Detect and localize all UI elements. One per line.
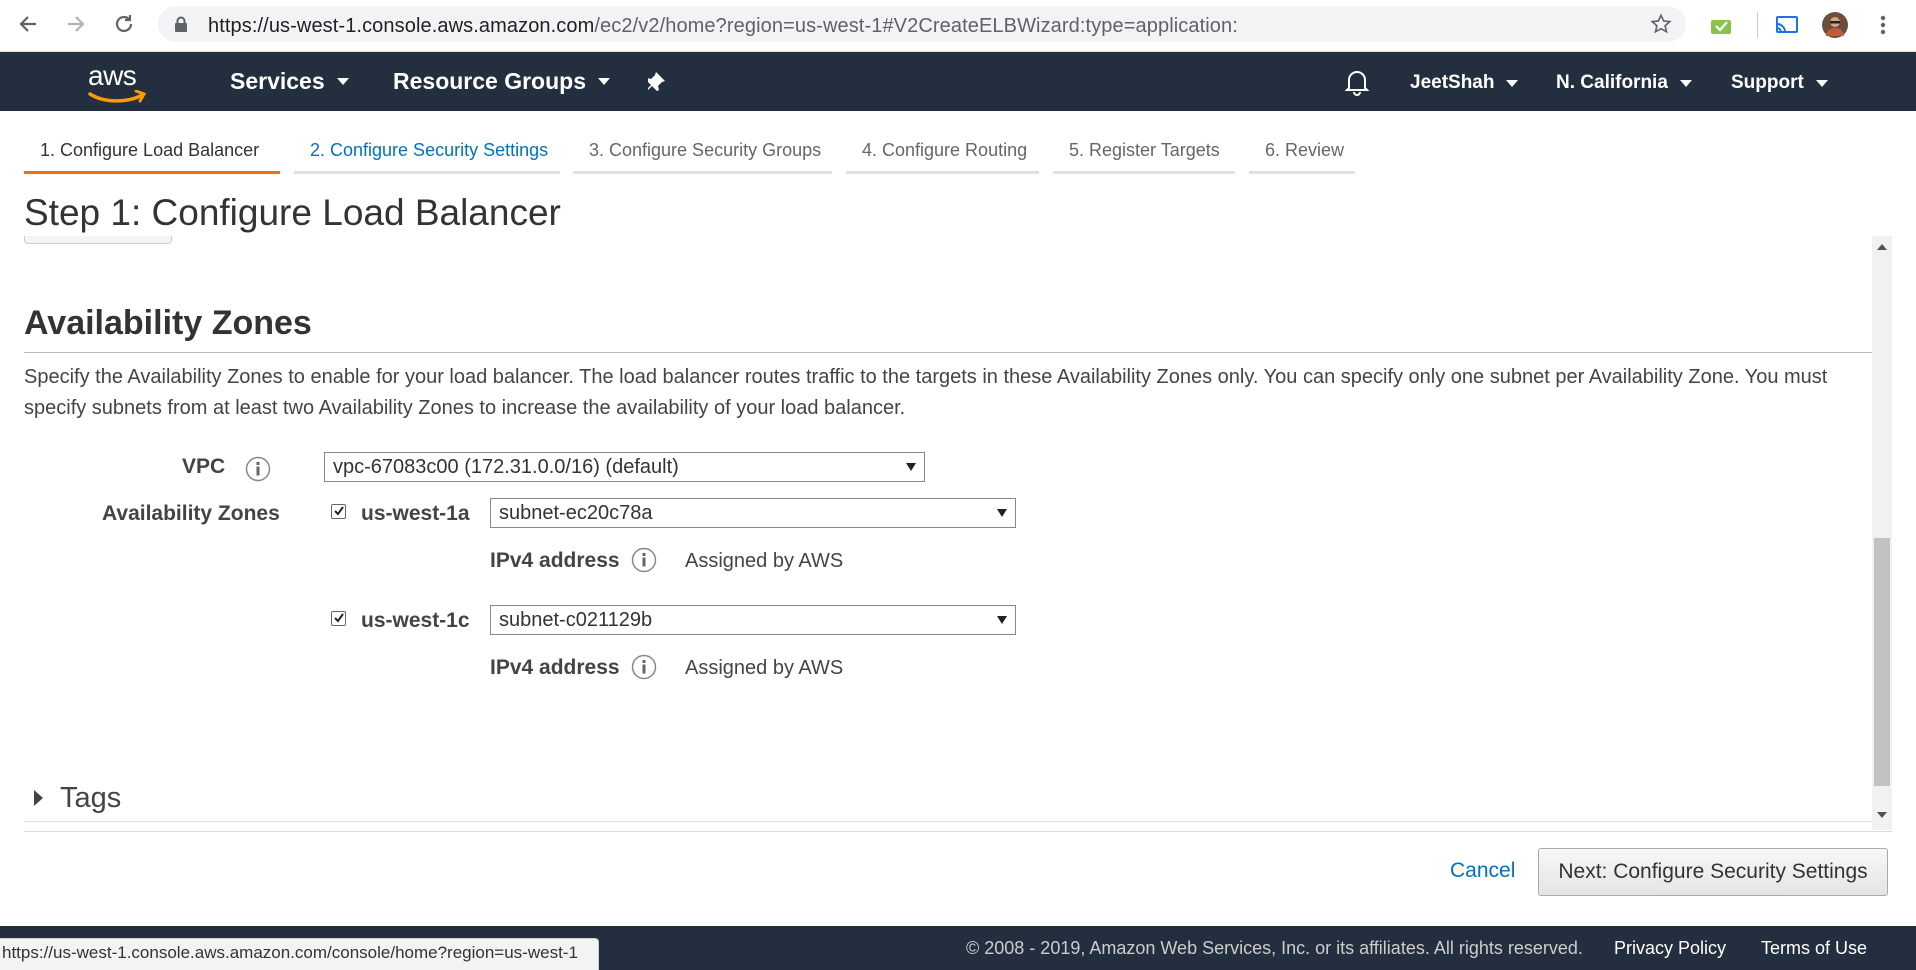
zone-checkbox-us-west-1c[interactable] — [331, 611, 346, 626]
back-icon[interactable] — [14, 10, 42, 38]
ipv4-value: Assigned by AWS — [685, 657, 844, 679]
aws-smile-icon — [88, 90, 147, 103]
reload-icon[interactable] — [110, 10, 138, 38]
subnet-select-value: subnet-c021129b — [499, 609, 653, 631]
tags-section-toggle[interactable]: Tags — [24, 778, 1872, 822]
ipv4-label: IPv4 address — [490, 549, 620, 572]
extension-icon[interactable] — [1708, 12, 1734, 38]
tab-configure-routing: 4. Configure Routing — [846, 132, 1039, 174]
scroll-down-arrow-icon[interactable] — [1877, 812, 1887, 818]
copyright-text: © 2008 - 2019, Amazon Web Services, Inc.… — [966, 938, 1583, 958]
bookmark-star-icon[interactable] — [1650, 13, 1672, 40]
checkmark-icon — [334, 506, 344, 516]
page-title: Step 1: Configure Load Balancer — [24, 192, 561, 233]
actions-divider — [24, 831, 1892, 832]
resource-groups-label: Resource Groups — [393, 68, 586, 94]
zone-checkbox-us-west-1a[interactable] — [331, 504, 346, 519]
wizard-content: Availability Zones Specify the Availabil… — [24, 236, 1872, 830]
chevron-down-icon — [1679, 79, 1692, 87]
region-label: N. California — [1556, 72, 1668, 93]
subnet-select-us-west-1c[interactable]: subnet-c021129b — [490, 605, 1016, 635]
url-host: https://us-west-1.console.aws.amazon.com — [208, 15, 595, 37]
chevron-down-icon — [598, 78, 610, 85]
info-icon[interactable] — [631, 547, 657, 573]
tab-register-targets: 5. Register Targets — [1053, 132, 1235, 174]
user-label: JeetShah — [1410, 72, 1495, 93]
status-bar-url: https://us-west-1.console.aws.amazon.com… — [0, 938, 599, 970]
scrollbar-thumb[interactable] — [1874, 538, 1890, 786]
aws-top-nav: aws Services Resource Groups JeetShah N.… — [0, 52, 1916, 111]
cast-icon[interactable] — [1774, 12, 1800, 38]
checkmark-icon — [334, 613, 344, 623]
bell-icon[interactable] — [1344, 68, 1370, 101]
support-label: Support — [1731, 72, 1804, 93]
support-menu[interactable]: Support — [1731, 72, 1828, 94]
more-menu-icon[interactable] — [1870, 12, 1896, 38]
availability-zones-label: Availability Zones — [102, 502, 280, 525]
subnet-select-us-west-1a[interactable]: subnet-ec20c78a — [490, 498, 1016, 528]
url-text: https://us-west-1.console.aws.amazon.com… — [208, 15, 1238, 38]
avatar[interactable] — [1822, 12, 1848, 38]
dropdown-arrow-icon — [997, 509, 1007, 517]
browser-toolbar: https://us-west-1.console.aws.amazon.com… — [0, 0, 1916, 52]
toolbar-divider — [1757, 12, 1758, 38]
region-menu[interactable]: N. California — [1556, 72, 1692, 94]
cancel-link[interactable]: Cancel — [1450, 859, 1515, 883]
dropdown-arrow-icon — [997, 616, 1007, 624]
content-scrollbar[interactable] — [1872, 236, 1892, 830]
vpc-select[interactable]: vpc-67083c00 (172.31.0.0/16) (default) — [324, 452, 925, 482]
forward-icon[interactable] — [62, 10, 90, 38]
partial-button[interactable] — [24, 236, 172, 244]
dropdown-arrow-icon — [906, 463, 916, 471]
subnet-select-value: subnet-ec20c78a — [499, 502, 653, 524]
user-menu[interactable]: JeetShah — [1410, 72, 1519, 94]
tags-label: Tags — [60, 782, 122, 814]
zone-name: us-west-1c — [361, 609, 470, 632]
info-icon[interactable] — [245, 456, 271, 482]
scroll-up-arrow-icon[interactable] — [1877, 244, 1887, 250]
tab-configure-security-groups: 3. Configure Security Groups — [573, 132, 832, 174]
chevron-down-icon — [1506, 79, 1519, 87]
pin-icon[interactable] — [646, 70, 670, 99]
aws-logo-text: aws — [88, 60, 137, 91]
info-icon[interactable] — [631, 654, 657, 680]
chevron-down-icon — [1815, 79, 1828, 87]
next-configure-security-settings-button[interactable]: Next: Configure Security Settings — [1538, 848, 1888, 896]
zone-name: us-west-1a — [361, 502, 470, 525]
lock-icon — [174, 16, 188, 38]
section-divider — [24, 352, 1872, 353]
aws-logo[interactable]: aws — [86, 60, 150, 104]
services-label: Services — [230, 68, 325, 94]
section-title-availability-zones: Availability Zones — [24, 304, 312, 342]
caret-right-icon — [34, 790, 43, 806]
services-menu[interactable]: Services — [230, 68, 349, 95]
chevron-down-icon — [336, 78, 349, 85]
vpc-select-value: vpc-67083c00 (172.31.0.0/16) (default) — [333, 456, 679, 478]
ipv4-label: IPv4 address — [490, 656, 620, 679]
tab-configure-load-balancer[interactable]: 1. Configure Load Balancer — [24, 132, 280, 174]
availability-zones-description: Specify the Availability Zones to enable… — [24, 366, 1828, 419]
address-bar[interactable]: https://us-west-1.console.aws.amazon.com… — [158, 6, 1686, 42]
terms-of-use-link[interactable]: Terms of Use — [1761, 938, 1867, 959]
url-path: /ec2/v2/home?region=us-west-1#V2CreateEL… — [594, 15, 1238, 37]
privacy-policy-link[interactable]: Privacy Policy — [1614, 938, 1726, 959]
tab-configure-security-settings[interactable]: 2. Configure Security Settings — [294, 132, 560, 174]
tab-review: 6. Review — [1249, 132, 1355, 174]
ipv4-value: Assigned by AWS — [685, 550, 844, 572]
vpc-label: VPC — [182, 455, 226, 478]
resource-groups-menu[interactable]: Resource Groups — [393, 68, 610, 95]
